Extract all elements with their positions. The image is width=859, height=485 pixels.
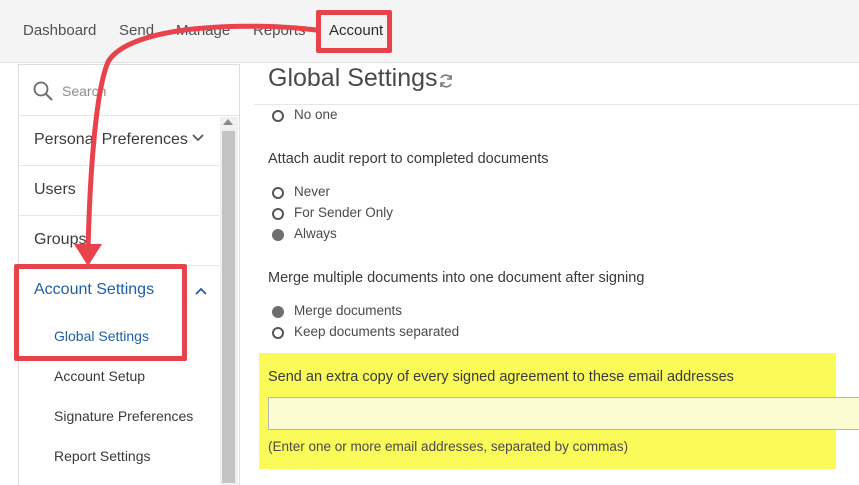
search-label: Search xyxy=(62,83,107,99)
audit-report-heading: Attach audit report to completed documen… xyxy=(268,151,549,167)
sidebar: Search Personal Preferences Users Groups… xyxy=(18,64,240,485)
extra-copy-help-text: (Enter one or more email addresses, sepa… xyxy=(268,439,629,454)
search-icon xyxy=(33,81,53,101)
radio-button[interactable] xyxy=(272,327,284,339)
radio-label: Always xyxy=(294,226,337,241)
sidebar-item-personal-preferences[interactable]: Personal Preferences xyxy=(19,116,219,166)
sidebar-item-label: Users xyxy=(34,181,76,198)
sidebar-item-users[interactable]: Users xyxy=(19,166,219,216)
radio-label: Never xyxy=(294,184,331,199)
nav-account[interactable]: Account xyxy=(329,22,383,39)
sidebar-item-label: Groups xyxy=(34,231,87,248)
extra-copy-heading: Send an extra copy of every signed agree… xyxy=(268,369,734,385)
sidebar-subitem-account-setup[interactable]: Account Setup xyxy=(54,368,145,384)
merge-documents-heading: Merge multiple documents into one docume… xyxy=(268,270,645,286)
sidebar-subitem-global-settings[interactable]: Global Settings xyxy=(54,328,149,344)
nav-reports[interactable]: Reports xyxy=(253,22,306,39)
radio-label: No one xyxy=(294,107,338,122)
sidebar-item-label: Personal Preferences xyxy=(34,131,188,148)
title-divider xyxy=(254,104,859,105)
radio-label: For Sender Only xyxy=(294,205,394,220)
sidebar-item-label: Account Settings xyxy=(34,281,155,298)
sidebar-item-account-settings[interactable]: Account Settings xyxy=(19,266,219,315)
nav-send[interactable]: Send xyxy=(119,22,154,39)
page-title: Global Settings xyxy=(268,64,438,92)
radio-label: Merge documents xyxy=(294,303,403,318)
radio-button-checked[interactable] xyxy=(272,229,284,241)
refresh-icon[interactable] xyxy=(438,73,454,89)
radio-button-checked[interactable] xyxy=(272,306,284,318)
nav-dashboard[interactable]: Dashboard xyxy=(23,22,96,39)
chevron-down-icon xyxy=(192,134,204,142)
radio-button[interactable] xyxy=(272,110,284,122)
sidebar-subitem-report-settings[interactable]: Report Settings xyxy=(54,448,151,464)
radio-label: Keep documents separated xyxy=(294,324,460,339)
sidebar-scrollbar-thumb[interactable] xyxy=(222,131,235,483)
sidebar-item-groups[interactable]: Groups xyxy=(19,216,219,266)
sidebar-subitem-signature-preferences[interactable]: Signature Preferences xyxy=(54,408,193,424)
nav-manage[interactable]: Manage xyxy=(176,22,230,39)
chevron-up-icon xyxy=(195,287,207,295)
radio-button[interactable] xyxy=(272,208,284,220)
extra-copy-email-field[interactable] xyxy=(268,397,859,430)
top-nav: Dashboard Send Manage Reports Account xyxy=(0,0,859,63)
radio-button[interactable] xyxy=(272,187,284,199)
scroll-up-arrow-icon[interactable] xyxy=(223,119,233,125)
sidebar-search[interactable]: Search xyxy=(19,65,239,116)
